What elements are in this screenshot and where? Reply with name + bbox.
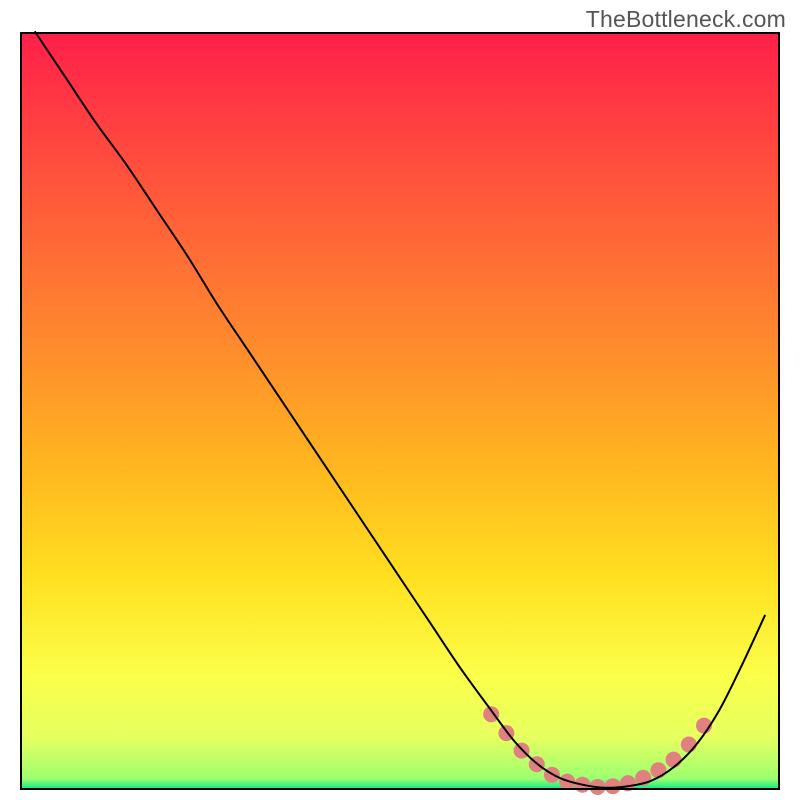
highlight-dot <box>605 778 621 794</box>
highlight-dot <box>483 706 499 722</box>
highlight-dot <box>666 752 682 768</box>
highlight-dot <box>650 762 666 778</box>
chart-stage: TheBottleneck.com <box>0 0 800 800</box>
gradient-background <box>20 32 780 790</box>
chart-svg <box>0 0 800 800</box>
highlight-dot <box>681 737 697 753</box>
highlight-dot <box>620 775 636 791</box>
